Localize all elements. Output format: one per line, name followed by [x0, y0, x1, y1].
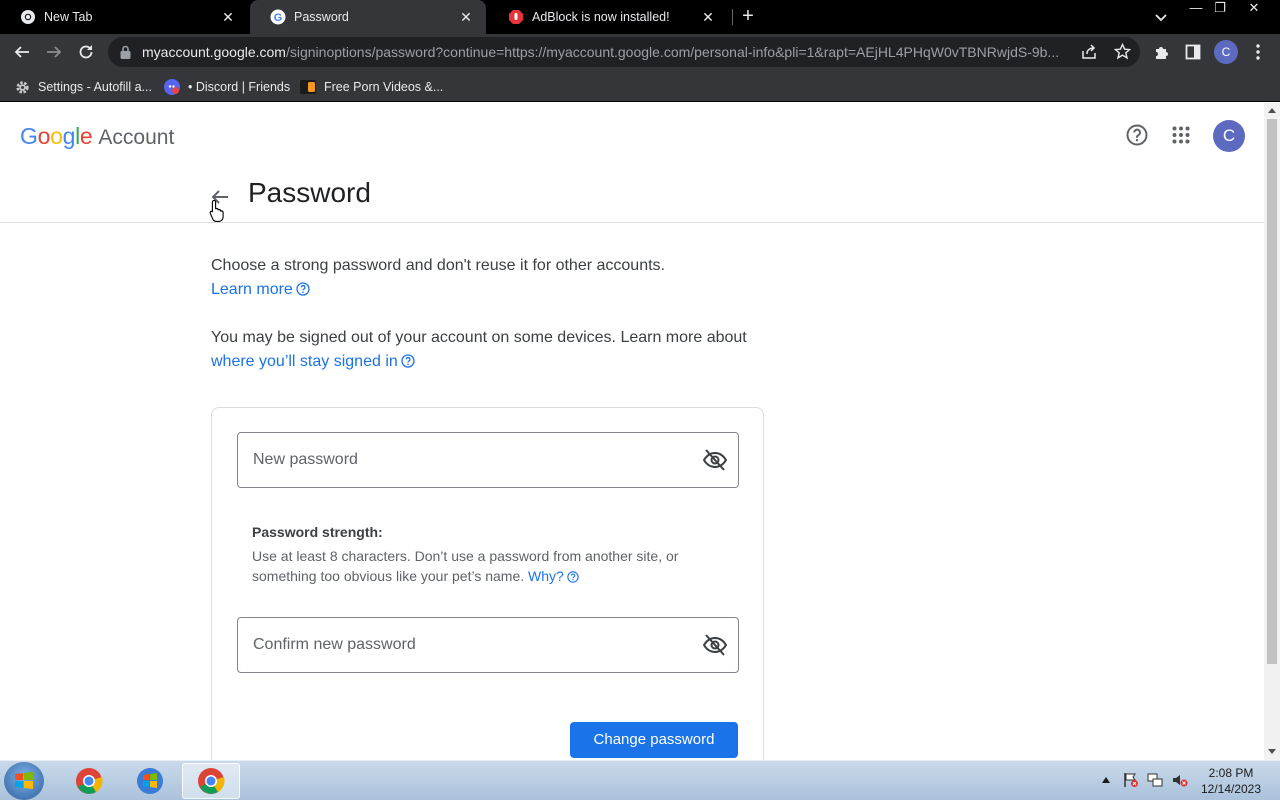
close-window-icon[interactable]: ✕ — [1240, 0, 1268, 18]
side-panel-icon[interactable] — [1180, 39, 1206, 65]
page-scrollbar[interactable] — [1264, 103, 1280, 760]
scrollbar-thumb[interactable] — [1267, 119, 1277, 664]
change-password-button[interactable]: Change password — [570, 722, 738, 758]
learn-more-link[interactable]: Learn more — [211, 281, 293, 298]
stay-signed-in-link[interactable]: where you’ll stay signed in — [211, 353, 398, 370]
tab-search-icon[interactable] — [1152, 8, 1170, 26]
help-icon[interactable] — [1125, 123, 1149, 147]
clock-date: 12/14/2023 — [1200, 782, 1262, 796]
discord-icon — [164, 79, 180, 95]
windows-orb-icon — [137, 768, 163, 794]
help-circle-icon[interactable] — [401, 352, 415, 368]
profile-avatar[interactable]: C — [1214, 40, 1238, 64]
restore-icon[interactable]: ❐ — [1206, 0, 1234, 18]
google-account-logo[interactable]: Google Account — [20, 123, 174, 150]
tab-password[interactable]: G Password ✕ — [250, 0, 486, 34]
password-strength-hint: Use at least 8 characters. Don’t use a p… — [252, 546, 712, 586]
tab-title: AdBlock is now installed! — [532, 10, 670, 24]
signout-notice: You may be signed out of your account on… — [211, 326, 747, 374]
chrome-icon — [20, 9, 36, 25]
scroll-down-icon[interactable] — [1268, 749, 1276, 754]
signout-text: You may be signed out of your account on… — [211, 329, 747, 346]
tab-separator — [732, 9, 733, 25]
apps-grid-icon[interactable] — [1169, 123, 1193, 147]
new-tab-button[interactable]: + — [738, 5, 758, 29]
show-password-icon[interactable] — [702, 448, 728, 472]
bookmark-label: • Discord | Friends — [188, 80, 291, 94]
hand-cursor-icon — [209, 199, 225, 228]
lock-icon[interactable] — [120, 45, 131, 64]
strength-hint-text: Use at least 8 characters. Don’t use a p… — [252, 548, 679, 584]
windows-taskbar: 2:08 PM 12/14/2023 — [0, 760, 1280, 800]
close-tab-icon[interactable]: ✕ — [458, 9, 474, 26]
address-bar[interactable]: myaccount.google.com/signinoptions/passw… — [108, 37, 1140, 67]
start-button[interactable] — [4, 762, 44, 800]
menu-icon[interactable] — [1245, 39, 1271, 65]
taskbar-chrome-2[interactable] — [182, 763, 240, 799]
system-clock[interactable]: 2:08 PM 12/14/2023 — [1196, 765, 1266, 797]
site-icon — [300, 79, 316, 95]
url-text[interactable]: myaccount.google.com/signinoptions/passw… — [142, 44, 1072, 60]
logo-suffix: Account — [98, 126, 175, 149]
page-title: Password — [248, 177, 371, 208]
tab-adblock[interactable]: AdBlock is now installed! ✕ — [488, 0, 728, 34]
tab-strip: New Tab ✕ G Password ✕ AdBlock is now in… — [0, 0, 1280, 34]
extensions-icon[interactable] — [1148, 39, 1174, 65]
confirm-password-input[interactable] — [238, 618, 698, 672]
intro-text: Choose a strong password and don't reuse… — [211, 254, 665, 302]
bookmark-label: Free Porn Videos &... — [324, 80, 444, 94]
account-avatar[interactable]: C — [1213, 120, 1245, 152]
url-path: /signinoptions/password?continue=https:/… — [285, 44, 1060, 60]
show-hidden-icons[interactable] — [1097, 771, 1115, 789]
show-password-icon[interactable] — [702, 633, 728, 657]
url-host: myaccount.google.com — [142, 44, 286, 60]
back-icon[interactable] — [9, 39, 35, 65]
tab-new-tab[interactable]: New Tab ✕ — [0, 0, 248, 34]
chrome-icon — [198, 768, 225, 794]
browser-toolbar: myaccount.google.com/signinoptions/passw… — [0, 34, 1280, 71]
chrome-icon — [76, 768, 103, 794]
star-icon[interactable] — [1113, 42, 1132, 65]
bookmarks-bar: Settings - Autofill a... • Discord | Fri… — [0, 71, 1280, 102]
share-icon[interactable] — [1081, 44, 1098, 65]
adblock-icon — [508, 9, 524, 25]
network-icon[interactable] — [1146, 771, 1164, 789]
bookmark-discord[interactable]: • Discord | Friends — [164, 77, 290, 97]
password-form-card: Password strength: Use at least 8 charac… — [211, 407, 764, 760]
scroll-up-icon[interactable] — [1268, 108, 1276, 113]
bookmark-label: Settings - Autofill a... — [38, 80, 152, 94]
clock-time: 2:08 PM — [1208, 766, 1254, 780]
close-tab-icon[interactable]: ✕ — [220, 9, 236, 26]
taskbar-chrome-1[interactable] — [60, 763, 118, 799]
gear-icon — [14, 79, 30, 95]
help-circle-icon[interactable] — [296, 280, 310, 296]
action-center-flag-icon[interactable] — [1122, 771, 1140, 789]
reload-icon[interactable] — [73, 39, 99, 65]
tab-title: New Tab — [44, 10, 93, 24]
forward-icon[interactable] — [41, 39, 67, 65]
bookmark-site[interactable]: Free Porn Videos &... — [300, 77, 443, 97]
confirm-password-field[interactable] — [237, 617, 739, 673]
intro-sentence: Choose a strong password and don't reuse… — [211, 257, 665, 274]
password-strength-label: Password strength: — [252, 524, 383, 540]
help-circle-icon[interactable] — [567, 568, 579, 583]
svg-text:G: G — [274, 12, 283, 24]
new-password-field[interactable] — [237, 432, 739, 488]
tab-title: Password — [294, 10, 349, 24]
windows-logo-icon — [15, 772, 33, 789]
header-divider — [0, 222, 1264, 223]
volume-muted-icon[interactable] — [1171, 771, 1189, 789]
google-wordmark: Google — [20, 123, 93, 149]
page-content: Google Account C Password Choose a stron… — [0, 103, 1264, 760]
google-icon: G — [270, 9, 286, 25]
bookmark-settings-autofill[interactable]: Settings - Autofill a... — [14, 77, 152, 97]
taskbar-windows-app[interactable] — [121, 763, 179, 799]
close-tab-icon[interactable]: ✕ — [700, 9, 716, 26]
new-password-input[interactable] — [238, 433, 698, 487]
why-link[interactable]: Why? — [528, 568, 564, 584]
